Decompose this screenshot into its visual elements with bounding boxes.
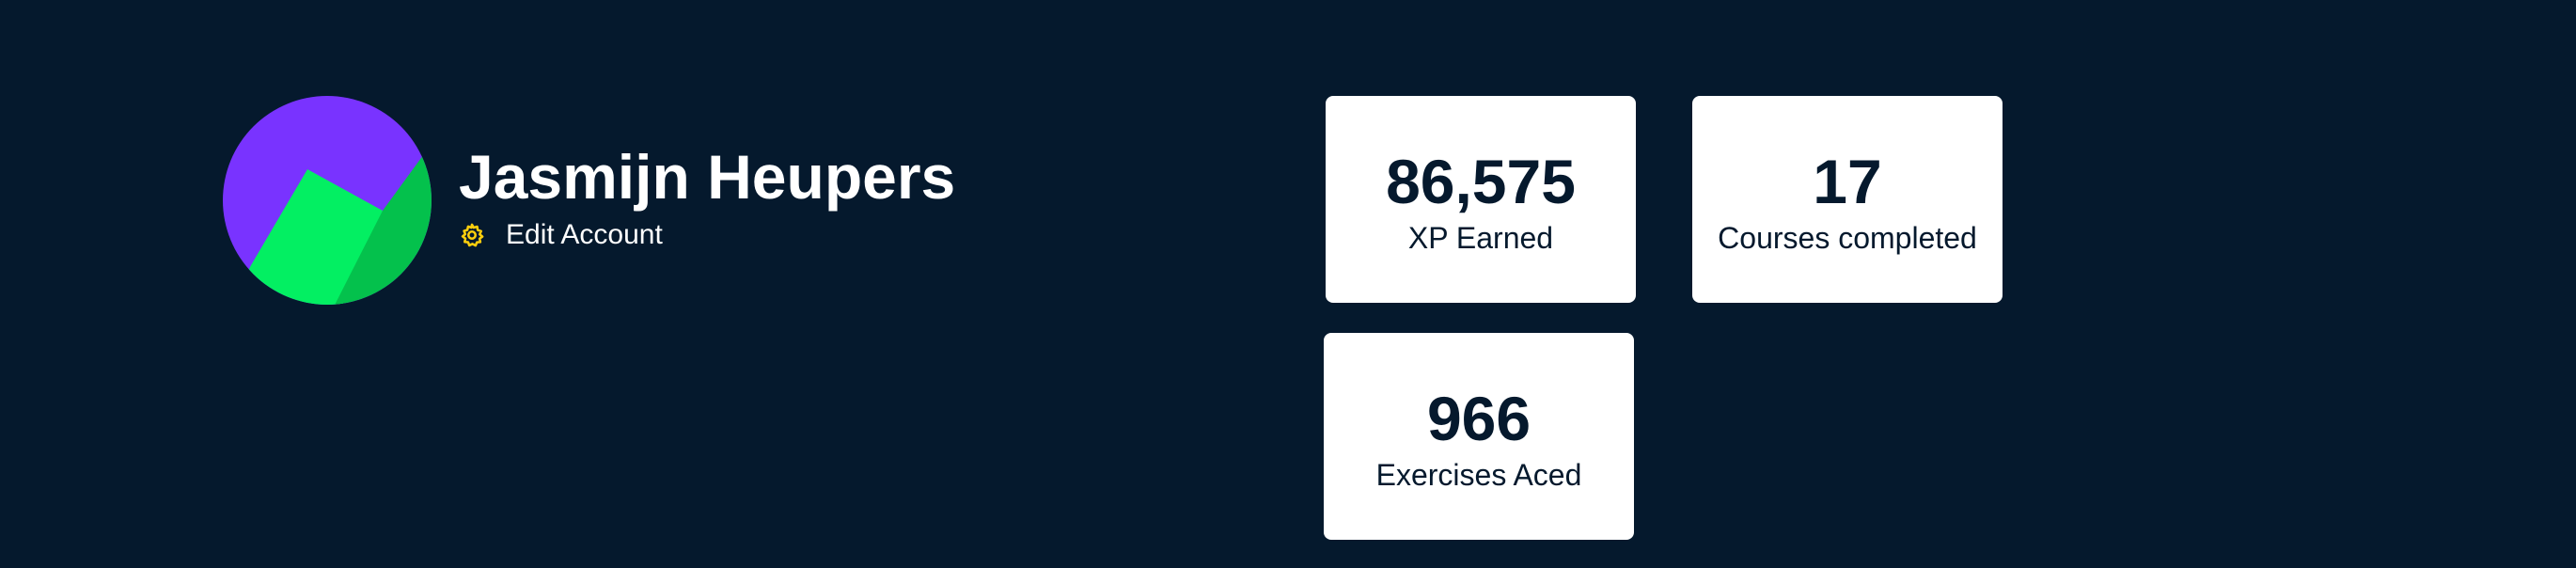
profile-page: Jasmijn Heupers Edit Account 86,575 XP E… (0, 0, 2576, 568)
avatar-geometric-icon (223, 96, 432, 305)
avatar (223, 96, 432, 305)
gear-icon (461, 223, 484, 247)
edit-account-label: Edit Account (506, 219, 663, 250)
user-name: Jasmijn Heupers (459, 142, 956, 212)
stat-value: 17 (1813, 147, 1882, 216)
stat-value: 86,575 (1386, 147, 1576, 216)
stat-label: Courses completed (1718, 221, 1977, 255)
stat-value: 966 (1426, 384, 1531, 453)
stat-label: XP Earned (1407, 221, 1554, 255)
stat-card-xp: 86,575 XP Earned (1326, 96, 1636, 303)
stat-card-courses: 17 Courses completed (1692, 96, 2003, 303)
stat-label: Exercises Aced (1375, 458, 1582, 492)
stat-card-exercises: 966 Exercises Aced (1324, 333, 1634, 540)
edit-account-link[interactable]: Edit Account (459, 218, 663, 252)
